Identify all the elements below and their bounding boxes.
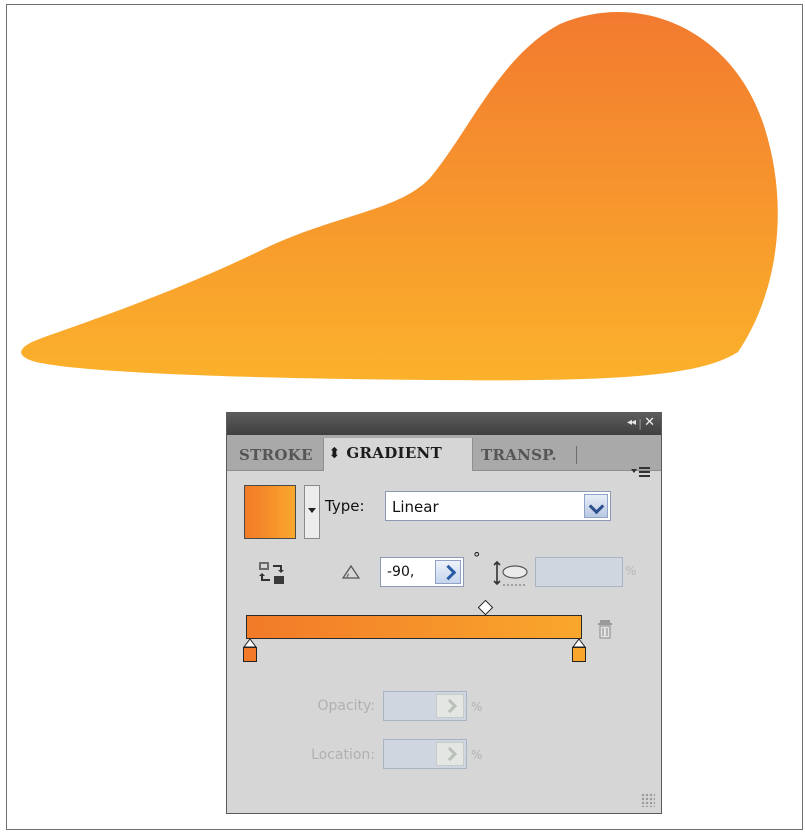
shape-path[interactable] xyxy=(21,11,778,381)
gradient-panel: ◂◂ | ✕ STROKE ⬍ GRADIENT TRANSP. Type: L… xyxy=(226,412,662,814)
gradient-shape[interactable] xyxy=(0,0,805,400)
chevron-down-icon[interactable] xyxy=(584,494,608,518)
titlebar-separator: | xyxy=(638,417,642,430)
trash-icon[interactable] xyxy=(597,619,613,639)
color-stop-end[interactable] xyxy=(571,639,587,663)
angle-field[interactable]: -90, xyxy=(380,557,464,587)
type-select[interactable]: Linear xyxy=(385,491,611,521)
type-select-value: Linear xyxy=(392,498,439,516)
aspect-ratio-field xyxy=(535,557,623,587)
panel-titlebar[interactable]: ◂◂ | ✕ xyxy=(227,413,661,435)
tab-gradient[interactable]: ⬍ GRADIENT xyxy=(323,438,473,471)
chevron-right-icon[interactable] xyxy=(435,560,461,584)
swatch-dropdown-button[interactable] xyxy=(304,485,320,539)
location-unit: % xyxy=(471,748,483,762)
degree-symbol: ° xyxy=(473,549,481,567)
angle-icon xyxy=(342,565,360,579)
aspect-ratio-icon xyxy=(493,560,528,586)
panel-menu-arrow xyxy=(631,469,637,473)
gradient-slider[interactable] xyxy=(246,615,582,639)
close-icon[interactable]: ✕ xyxy=(644,415,655,430)
opacity-label: Opacity: xyxy=(317,698,375,714)
gradient-midpoint-handle[interactable] xyxy=(477,599,494,616)
opacity-chevron-right-icon xyxy=(436,694,464,718)
tab-strip: STROKE ⬍ GRADIENT TRANSP. xyxy=(227,435,661,478)
location-field xyxy=(383,739,467,769)
panel-menu-icon[interactable] xyxy=(631,465,651,481)
aspect-unit: % xyxy=(625,564,637,578)
gradient-swatch[interactable] xyxy=(244,485,296,539)
panel-menu-lines xyxy=(639,467,650,478)
angle-value: -90, xyxy=(387,564,415,580)
reverse-gradient-icon[interactable] xyxy=(257,559,287,587)
resize-grip-icon[interactable] xyxy=(641,793,655,807)
opacity-field xyxy=(383,691,467,721)
type-label: Type: xyxy=(325,497,365,515)
color-stop-start[interactable] xyxy=(242,639,258,663)
opacity-unit: % xyxy=(471,700,483,714)
tab-stroke[interactable]: STROKE xyxy=(239,440,325,470)
collapse-icon[interactable]: ◂◂ xyxy=(627,417,636,428)
tab-transparency[interactable]: TRANSP. xyxy=(481,440,577,470)
location-label: Location: xyxy=(311,747,375,763)
location-chevron-right-icon xyxy=(436,742,464,766)
